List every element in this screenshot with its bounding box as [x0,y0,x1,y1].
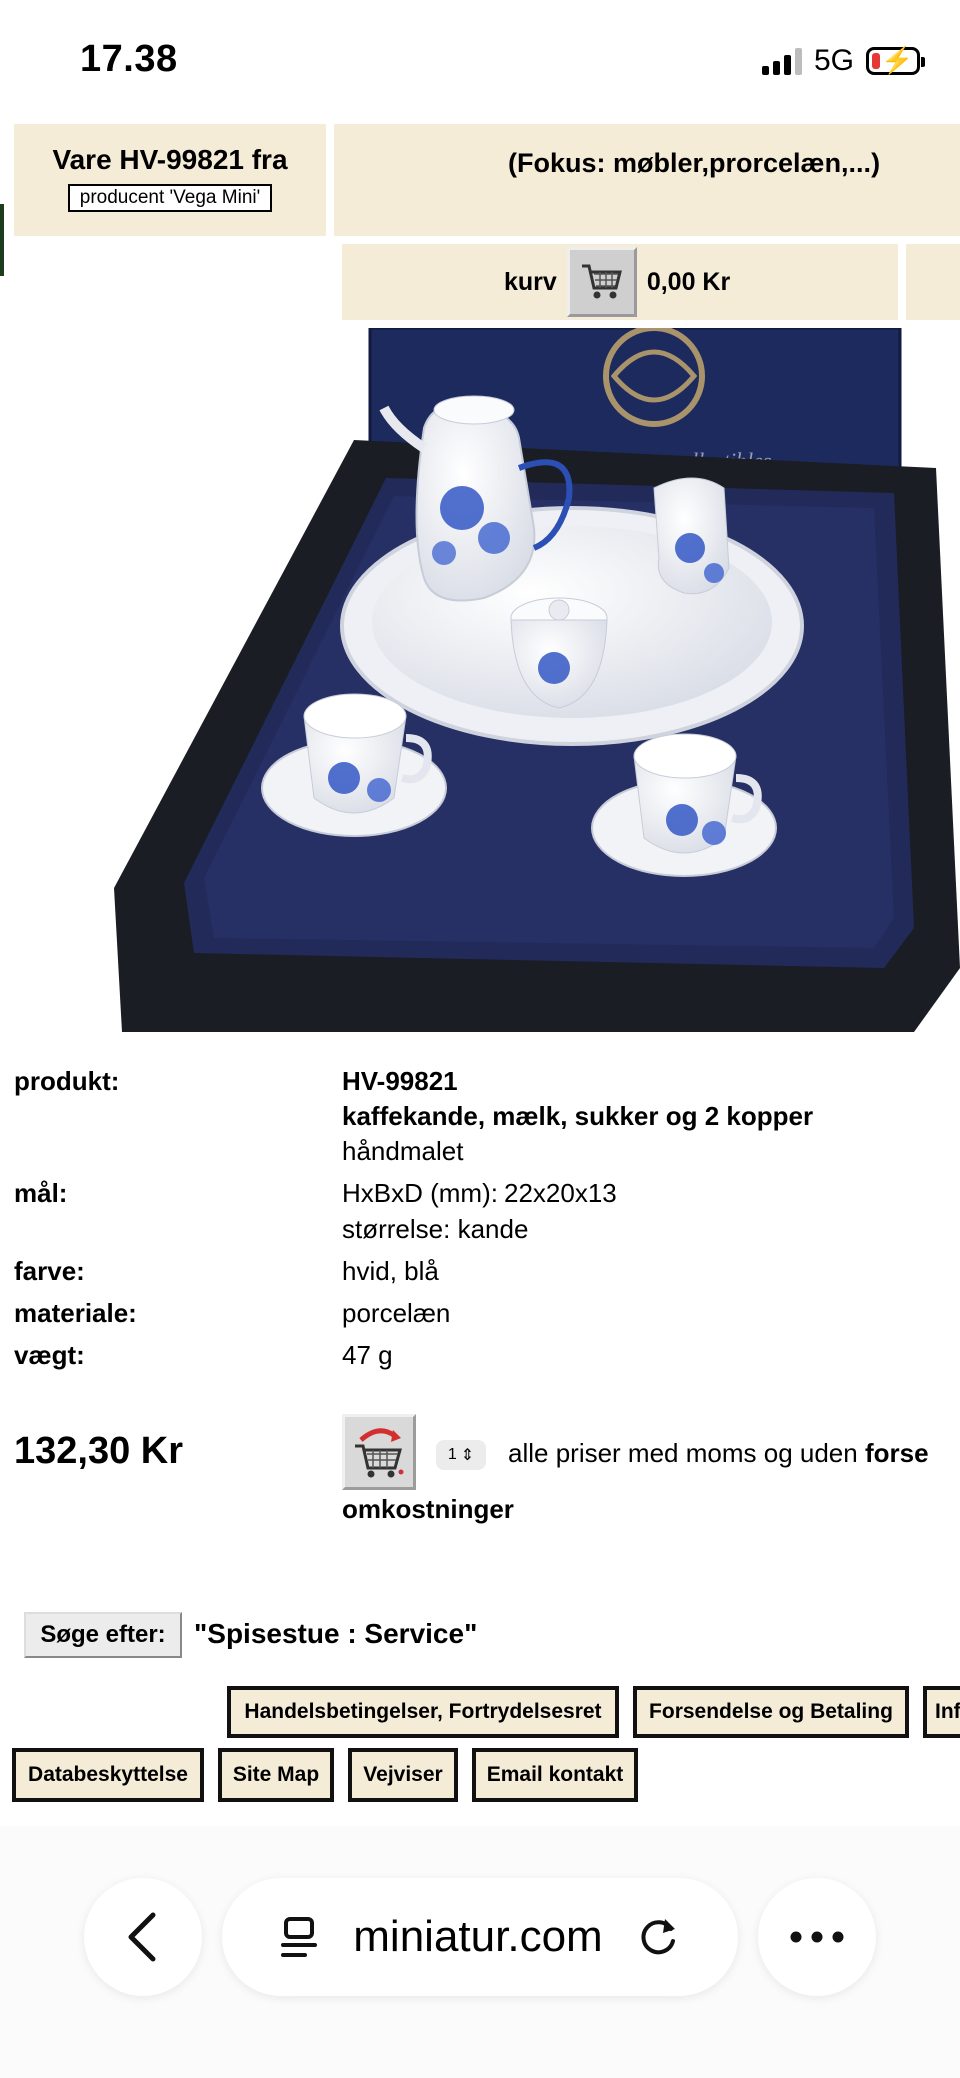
price-note-text: alle priser med moms og uden [508,1438,865,1468]
back-button[interactable] [84,1878,202,1996]
signal-icon [761,47,802,75]
search-query[interactable]: "Spisestue : Service" [194,1618,477,1650]
left-edge-marker [0,204,4,276]
spec-label-product: produkt: [14,1066,120,1096]
quantity-value: 1 [447,1446,457,1463]
nav-privacy-button[interactable]: Databeskyttelse [12,1748,204,1802]
ellipsis-icon [790,1931,844,1943]
nav-shipping-button[interactable]: Forsendelse og Betaling [633,1686,909,1738]
spec-label-material: materiale: [14,1298,137,1328]
product-image[interactable]: iature collectibles [14,328,960,1032]
select-arrows-icon: ⇕ [460,1447,475,1464]
search-button[interactable]: Søge efter: [24,1612,182,1658]
status-time: 17.38 [80,38,178,80]
url-text: miniatur.com [353,1912,603,1961]
product-name: kaffekande, mælk, sukker og 2 kopper [342,1101,814,1131]
chevron-left-icon [128,1912,156,1962]
product-material: porcelæn [342,1298,451,1328]
dims-label: HxBxD (mm): [342,1178,498,1208]
product-size: størrelse: kande [342,1214,529,1244]
add-to-cart-button[interactable] [342,1414,416,1490]
item-title: Vare HV-99821 fra [52,144,288,175]
price-note-bold: forse [864,1438,929,1468]
more-button[interactable] [758,1878,876,1996]
header-overflow-box [906,244,960,320]
cart-bar[interactable]: kurv 0,00 Kr [342,244,898,320]
nav-guide-button[interactable]: Vejviser [348,1748,458,1802]
product-weight: 47 g [342,1340,393,1370]
reload-icon[interactable] [637,1915,681,1959]
spec-label-color: farve: [14,1256,85,1286]
cart-label: kurv [504,267,557,296]
nav-sitemap-button[interactable]: Site Map [218,1748,334,1802]
cart-icon[interactable] [566,247,637,317]
product-note: håndmalet [342,1136,464,1166]
nav-terms-button[interactable]: Handelsbetingelser, Fortrydelsesret [227,1686,619,1738]
nav-info-button[interactable]: Inf [923,1686,960,1738]
network-label: 5G [813,44,854,77]
spec-label-weight: vægt: [14,1340,85,1370]
item-producer[interactable]: producent 'Vega Mini' [67,184,273,212]
add-to-cart-icon [355,1428,404,1478]
price-note-line2: omkostninger [342,1494,514,1524]
product-color: hvid, blå [342,1256,439,1286]
price-note: alle priser med moms og uden forse [508,1438,929,1469]
nav-email-button[interactable]: Email kontakt [472,1748,638,1802]
cart-total: 0,00 Kr [646,267,731,296]
quantity-select[interactable]: 1 ⇕ [436,1440,486,1470]
focus-text: (Fokus: møbler,prorcelæn,...) [508,148,881,178]
product-code: HV-99821 [342,1066,458,1096]
dims-value: 22x20x13 [504,1178,617,1208]
battery-icon: ⚡ [866,46,925,75]
spec-label-dims: mål: [14,1178,68,1208]
item-header: Vare HV-99821 fra producent 'Vega Mini' [14,124,326,236]
product-price: 132,30 Kr [14,1430,184,1472]
status-icons: 5G ⚡ [761,42,925,80]
focus-header: (Fokus: møbler,prorcelæn,...) [334,124,960,236]
address-bar[interactable]: miniatur.com [222,1878,738,1996]
reader-icon [281,1917,318,1957]
